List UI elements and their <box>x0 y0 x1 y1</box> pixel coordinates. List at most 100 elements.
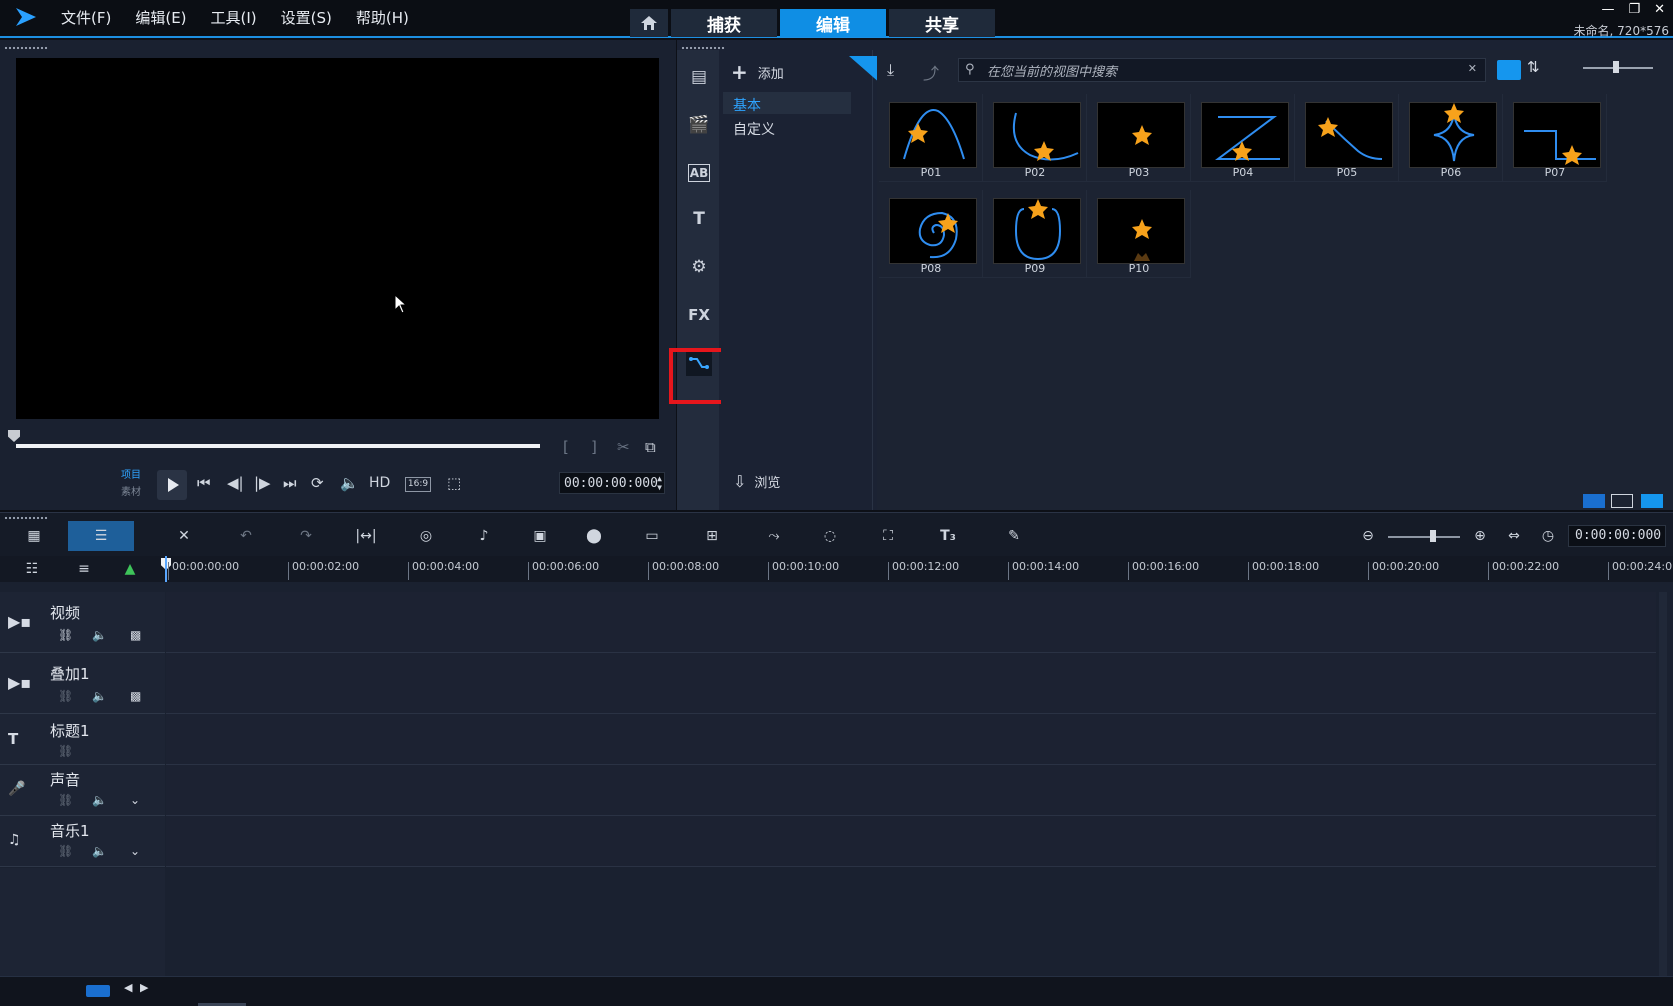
folder-custom[interactable]: 自定义 <box>723 116 851 138</box>
mark-in-icon[interactable]: [ <box>563 438 569 456</box>
scrub-handle[interactable] <box>8 430 20 442</box>
zoom-out-icon[interactable]: ⊖ <box>1354 525 1382 547</box>
enlarge-preview-icon[interactable]: ⧉ <box>645 438 656 456</box>
subtitle-icon[interactable]: ▭ <box>638 525 666 547</box>
zoom-slider[interactable] <box>1388 530 1460 542</box>
tab-home[interactable] <box>630 9 668 37</box>
menu-settings[interactable]: 设置(S) <box>281 7 332 28</box>
thumbnail-size-slider[interactable] <box>1583 61 1653 73</box>
path-item[interactable]: P07 <box>1503 94 1607 182</box>
repeat-icon[interactable]: ⟳ <box>311 474 324 492</box>
aspect-ratio-button[interactable]: 16:9 <box>405 477 431 492</box>
ripple-edit-icon[interactable]: ▲ <box>116 558 144 580</box>
path-item[interactable]: P06 <box>1399 94 1503 182</box>
import-icon[interactable]: ⤓ <box>887 60 894 80</box>
filter-category-button[interactable]: FX <box>686 302 712 328</box>
track-row-voice[interactable] <box>166 765 1656 816</box>
path-item[interactable]: P09 <box>983 190 1087 278</box>
link-icon[interactable]: ⛓ <box>58 793 73 807</box>
link-icon[interactable]: ⛓ <box>58 689 73 703</box>
track-manager-icon[interactable]: ☷ <box>18 558 46 580</box>
mode-project[interactable]: 项目 <box>121 466 141 481</box>
restore-icon[interactable]: ❐ <box>1628 2 1640 17</box>
storyboard-view-icon[interactable]: ▦ <box>20 525 48 547</box>
scroll-left-icon[interactable]: ◀ <box>124 981 132 994</box>
instant-project-icon[interactable]: 🎬 <box>686 112 712 138</box>
list-view-icon[interactable] <box>1497 60 1521 80</box>
zoom-slider-knob[interactable] <box>1430 530 1436 542</box>
grid-icon[interactable]: ▩ <box>130 628 141 642</box>
path-item[interactable]: P02 <box>983 94 1087 182</box>
sort-icon[interactable]: ⇅ <box>1527 58 1540 76</box>
path-item[interactable]: P10 <box>1087 190 1191 278</box>
record-icon[interactable]: ◎ <box>412 525 440 547</box>
menu-tools[interactable]: 工具(I) <box>211 7 257 28</box>
mute-icon[interactable]: 🔈 <box>92 689 107 703</box>
timeline-view-button[interactable]: ☰ <box>68 521 134 551</box>
menu-help[interactable]: 帮助(H) <box>356 7 409 28</box>
blend-icon[interactable]: ⬤ <box>580 525 608 547</box>
redo-icon[interactable]: ↷ <box>292 525 320 547</box>
path-item[interactable]: P08 <box>879 190 983 278</box>
motion-tracking-icon[interactable]: ⤳ <box>760 525 788 547</box>
folder-basic[interactable]: 基本 <box>723 92 851 114</box>
volume-icon[interactable]: 🔈 <box>340 474 359 492</box>
add-chapter-icon[interactable]: ≡ <box>70 558 98 580</box>
mute-icon[interactable]: 🔈 <box>92 793 107 807</box>
hd-preview-button[interactable]: HD <box>369 475 390 491</box>
path-item[interactable]: P05 <box>1295 94 1399 182</box>
track-header-music[interactable]: ♫ 音乐1 ⛓ 🔈 ⌄ <box>0 816 165 867</box>
path-item[interactable]: P04 <box>1191 94 1295 182</box>
timecode-stepper-icon[interactable]: ▲ ▼ <box>657 474 662 492</box>
timeline-timecode[interactable]: 0:00:00:000 <box>1568 525 1666 547</box>
panel-layout-icon[interactable] <box>1641 494 1663 508</box>
previous-frame-icon[interactable]: ◀| <box>227 474 244 492</box>
zoom-in-icon[interactable]: ⊕ <box>1466 525 1494 547</box>
scrub-bar[interactable] <box>16 444 540 448</box>
undo-icon[interactable]: ↶ <box>232 525 260 547</box>
link-icon[interactable]: ⛓ <box>58 744 73 758</box>
go-to-start-icon[interactable]: ⏮ <box>197 474 211 492</box>
mask-icon[interactable]: ◌ <box>816 525 844 547</box>
panel-grip[interactable] <box>4 46 48 50</box>
graphics-category-icon[interactable]: ⚙ <box>686 254 712 280</box>
link-icon[interactable]: ⛓ <box>58 844 73 858</box>
preview-screen[interactable] <box>16 58 659 419</box>
multicam-icon[interactable]: ▣ <box>526 525 554 547</box>
color-grading-icon[interactable]: ✎ <box>1000 525 1028 547</box>
pan-zoom-icon[interactable]: ⛶ <box>874 525 902 547</box>
track-header-voice[interactable]: 🎤 声音 ⛓ 🔈 ⌄ <box>0 765 165 816</box>
grid-icon[interactable]: ▩ <box>130 689 141 703</box>
track-row-video[interactable] <box>166 592 1656 653</box>
track-header-title[interactable]: T 标题1 ⛓ <box>0 714 165 765</box>
split-clip-icon[interactable]: ✂ <box>617 438 630 456</box>
clear-search-icon[interactable]: ✕ <box>1468 62 1477 75</box>
audio-mixer-icon[interactable]: ♪ <box>470 525 498 547</box>
crop-mode-icon[interactable]: ⬚ <box>447 474 461 492</box>
track-row-title[interactable] <box>166 714 1656 765</box>
mark-out-icon[interactable]: ] <box>591 438 597 456</box>
mute-icon[interactable]: 🔈 <box>92 844 107 858</box>
play-button[interactable] <box>157 470 187 500</box>
expand-icon[interactable]: ⌄ <box>130 793 140 807</box>
next-frame-icon[interactable]: |▶ <box>254 474 271 492</box>
transition-category-icon[interactable]: AB <box>688 164 710 182</box>
tab-capture[interactable]: 捕获 <box>671 9 777 37</box>
panel-grip[interactable] <box>4 516 48 520</box>
browse-button[interactable]: ⇩ 浏览 <box>733 472 780 491</box>
minimize-icon[interactable]: — <box>1601 2 1614 17</box>
panel-options-icon[interactable] <box>1583 494 1605 508</box>
path-item[interactable]: P01 <box>879 94 983 182</box>
track-header-overlay[interactable]: ▶▪ 叠加1 ⛓ 🔈 ▩ <box>0 653 165 714</box>
link-icon[interactable]: ⛓ <box>58 628 73 642</box>
scroll-right-icon[interactable]: ▶ <box>140 981 148 994</box>
split-screen-icon[interactable]: ⊞ <box>698 525 726 547</box>
title-category-icon[interactable]: T <box>686 206 712 232</box>
track-row-music[interactable] <box>166 816 1656 867</box>
search-input[interactable]: ⚲ 在您当前的视图中搜索 ✕ <box>958 58 1486 82</box>
tab-share[interactable]: 共享 <box>889 9 995 37</box>
menu-edit[interactable]: 编辑(E) <box>135 7 186 28</box>
track-header-video[interactable]: ▶▪ 视频 ⛓ 🔈 ▩ <box>0 592 165 653</box>
close-icon[interactable]: ✕ <box>1654 2 1665 17</box>
fit-project-icon[interactable]: ⇔ <box>1500 525 1528 547</box>
